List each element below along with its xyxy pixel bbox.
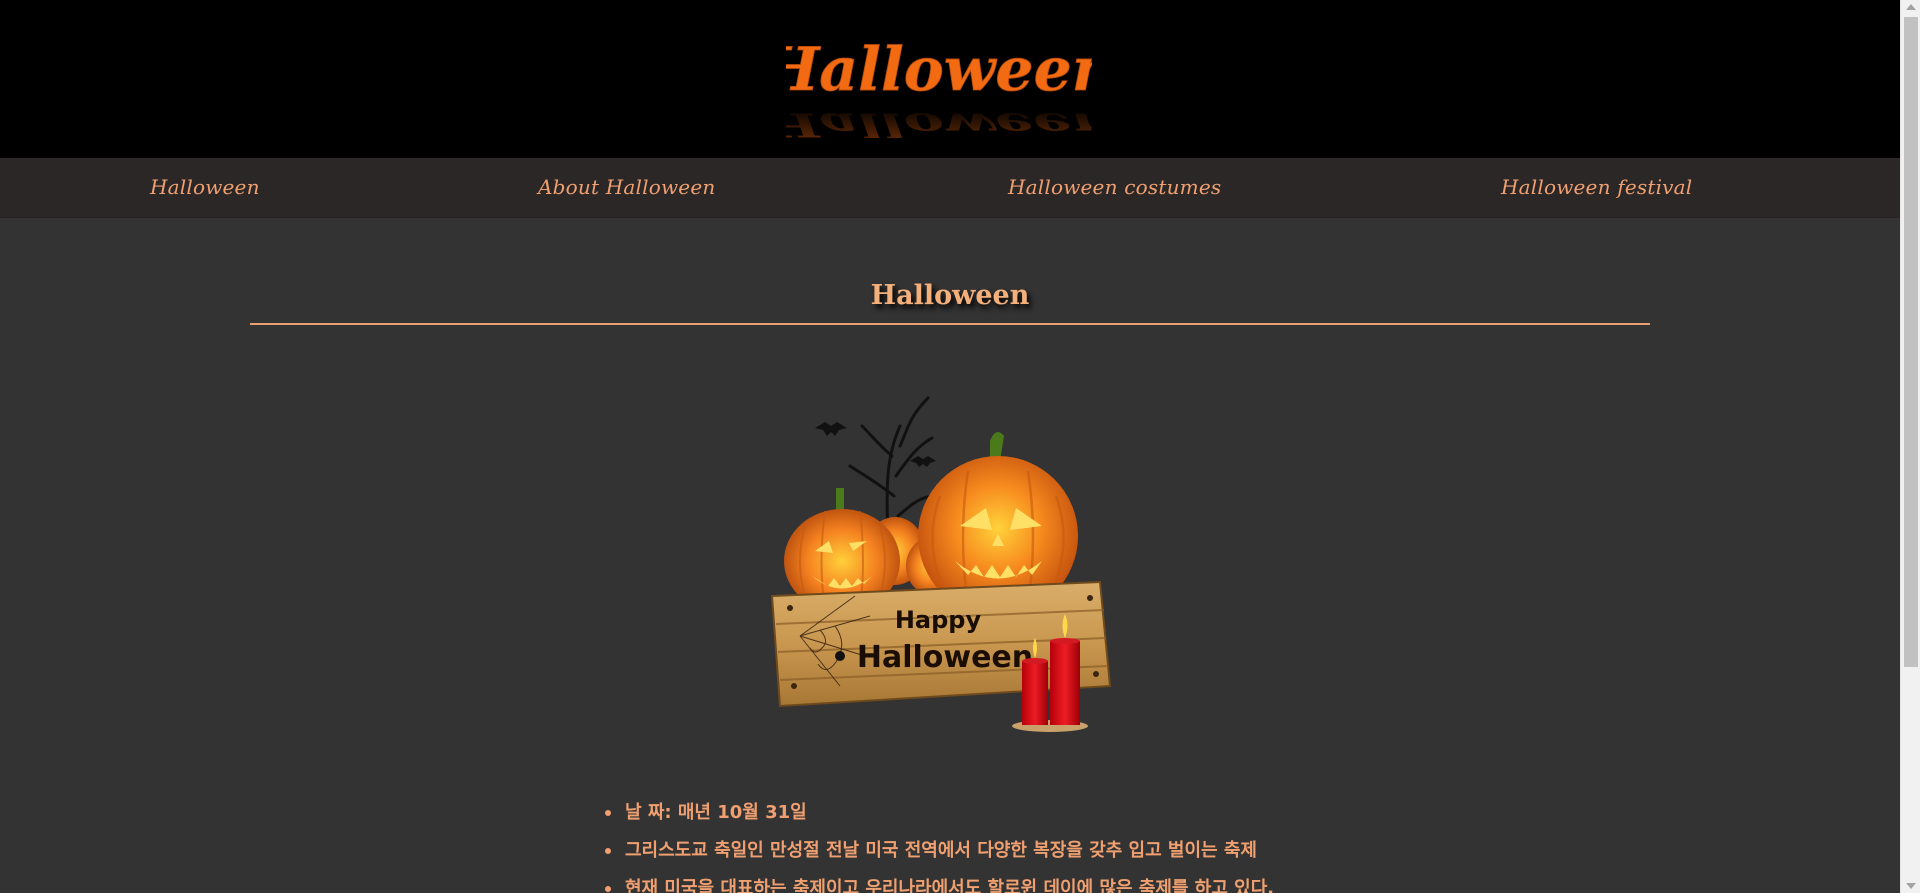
halloween-logo[interactable]: Halloween Halloween <box>786 20 1092 138</box>
fact-today: 현재 미국을 대표하는 축제이고 우리나라에서도 할로윈 데이에 많은 축제를 … <box>625 878 1275 893</box>
happy-halloween-pumpkins-image: Happy Halloween <box>770 396 1112 732</box>
fact-origin: 그리스도교 축일인 만성절 전날 미국 전역에서 다양한 복장을 갖추 입고 벌… <box>625 840 1257 861</box>
vertical-scrollbar[interactable] <box>1900 0 1920 893</box>
nav-item-about-halloween[interactable]: About Halloween <box>538 158 715 218</box>
page-title: Halloween <box>870 280 1030 311</box>
scroll-down-arrow-icon[interactable] <box>1906 883 1916 889</box>
list-item: 날 짜: 매년 10월 31일 <box>605 794 1274 832</box>
spider-icon <box>835 651 845 661</box>
main-nav: Halloween About Halloween Halloween cost… <box>0 158 1900 218</box>
bat-icon <box>815 422 847 436</box>
main-content: Halloween Happy Halloween 날 짜: 매년 10월 31… <box>0 218 1900 893</box>
scroll-up-arrow-icon[interactable] <box>1906 4 1916 10</box>
title-divider <box>250 323 1650 325</box>
page: Halloween Halloween Halloween About Hall… <box>0 0 1900 893</box>
bullet-icon <box>605 810 611 816</box>
list-item: 현재 미국을 대표하는 축제이고 우리나라에서도 할로윈 데이에 많은 축제를 … <box>605 870 1274 893</box>
top-banner: Halloween Halloween <box>0 0 1900 158</box>
fact-date: 날 짜: 매년 10월 31일 <box>625 802 807 823</box>
halloween-facts-list: 날 짜: 매년 10월 31일 그리스도교 축일인 만성절 전날 미국 전역에서… <box>605 794 1274 893</box>
logo-reflection: Halloween <box>786 105 1092 138</box>
nav-item-halloween-costumes[interactable]: Halloween costumes <box>1008 158 1221 218</box>
list-item: 그리스도교 축일인 만성절 전날 미국 전역에서 다양한 복장을 갖추 입고 벌… <box>605 832 1274 870</box>
bullet-icon <box>605 886 611 892</box>
sign-text-happy: Happy <box>895 606 982 634</box>
svg-text:Halloween: Halloween <box>786 105 1092 138</box>
sign-text-halloween: Halloween <box>857 640 1033 675</box>
bullet-icon <box>605 848 611 854</box>
logo-text: Halloween <box>786 35 1092 105</box>
nav-item-halloween[interactable]: Halloween <box>150 158 260 218</box>
nav-item-halloween-festival[interactable]: Halloween festival <box>1501 158 1692 218</box>
bat-icon <box>910 456 936 467</box>
scrollbar-thumb[interactable] <box>1904 17 1918 667</box>
